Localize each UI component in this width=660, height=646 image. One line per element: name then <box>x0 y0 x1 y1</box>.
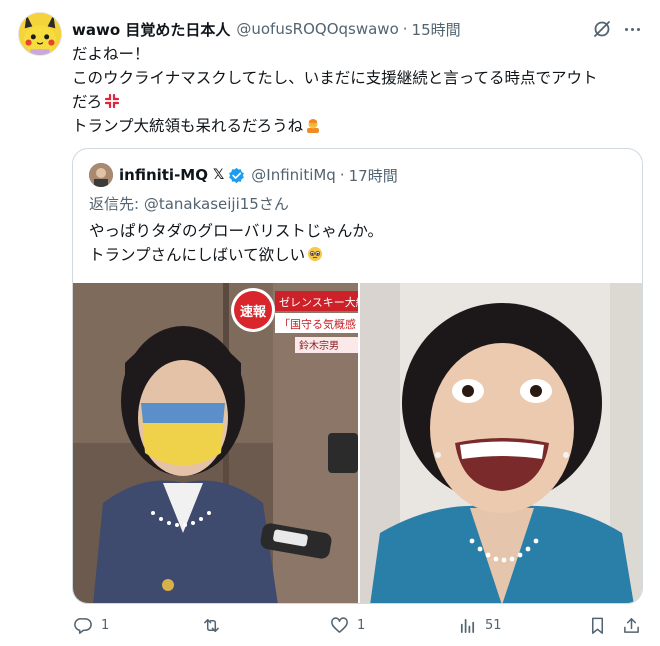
share-button[interactable] <box>622 614 641 636</box>
quote-display-name[interactable]: infiniti-MQ <box>119 166 208 184</box>
quote-line-2-wrap: トランプさんにしばいて欲しい <box>89 243 383 267</box>
photo-right[interactable] <box>360 283 642 603</box>
tweet-line-3-wrap: だろ <box>72 90 647 114</box>
retweet-icon <box>204 618 219 632</box>
display-name[interactable]: wawo 目覚めた日本人 <box>72 19 230 40</box>
tweet-line-3: だろ <box>72 93 103 111</box>
person-facepalming-emoji <box>307 119 320 133</box>
tweet-header: wawo 目覚めた日本人 @uofusROQOqswawo · 15時間 <box>72 18 461 40</box>
like-button[interactable]: 1 <box>330 614 365 636</box>
reply-button[interactable]: 1 <box>74 614 109 636</box>
share-icon <box>624 617 639 633</box>
grok-icon[interactable] <box>592 19 612 39</box>
views-chart-icon <box>460 618 475 633</box>
bookmark-button[interactable] <box>588 614 607 636</box>
news-caption-top: ゼレンスキー大統 <box>279 295 358 309</box>
quote-media: 速報 ゼレンスキー大統 「国守る気概感じ 鈴木宗男 <box>73 283 642 603</box>
quote-line-1: やっぱりタダのグローバリストじゃんか。 <box>89 222 384 240</box>
photo-left[interactable]: 速報 ゼレンスキー大統 「国守る気概感じ 鈴木宗男 <box>73 283 358 603</box>
quote-text: やっぱりタダのグローバリストじゃんか。 トランプさんにしばいて欲しい <box>89 219 383 267</box>
quote-header: infiniti-MQ 𝕏 @InfinitiMq · 17時間 <box>89 163 398 187</box>
separator-dot: · <box>402 20 408 38</box>
tweet-line-1: だよねー！ <box>72 45 150 63</box>
tweet-line-4: トランプ大統領も呆れるだろうね <box>72 117 304 135</box>
user-handle[interactable]: @uofusROQOqswawo <box>236 20 398 38</box>
news-caption-bottom: 鈴木宗男 <box>299 339 339 352</box>
more-icon[interactable] <box>622 19 642 39</box>
tweet-text: だよねー！ このウクライナマスクしてたし、いまだに支援継続と言ってる時点でアウト… <box>72 42 647 138</box>
x-affiliation-icon: 𝕏 <box>212 167 225 183</box>
reply-count: 1 <box>101 617 110 633</box>
views-count: 51 <box>485 617 502 633</box>
user-avatar[interactable] <box>18 12 62 56</box>
quote-avatar <box>89 163 113 187</box>
action-bar: 1 1 51 <box>72 614 647 636</box>
tweet-line-2: このウクライナマスクしてたし、いまだに支援継続と言ってる時点でアウト <box>72 69 598 87</box>
tweet-line-4-wrap: トランプ大統領も呆れるだろうね <box>72 114 647 138</box>
tweet[interactable]: wawo 目覚めた日本人 @uofusROQOqswawo · 15時間 だよね… <box>0 0 660 646</box>
quoted-tweet[interactable]: infiniti-MQ 𝕏 @InfinitiMq · 17時間 返信先: @t… <box>72 148 643 604</box>
quote-line-2: トランプさんにしばいて欲しい <box>89 246 306 264</box>
post-time[interactable]: 15時間 <box>412 19 461 40</box>
pleading-face-emoji <box>308 247 323 261</box>
quote-reply-to: 返信先: @tanakaseiji15さん <box>89 195 289 213</box>
retweet-button[interactable] <box>202 614 229 636</box>
breaking-news-badge: 速報 <box>240 304 267 320</box>
bookmark-icon <box>591 617 604 634</box>
verified-badge-icon <box>229 167 245 183</box>
quote-time[interactable]: 17時間 <box>349 165 398 186</box>
quote-separator-dot: · <box>339 166 345 184</box>
reply-icon <box>74 617 92 634</box>
like-count: 1 <box>357 617 366 633</box>
news-caption-mid: 「国守る気概感じ <box>279 317 358 331</box>
anger-symbol-emoji <box>104 93 120 109</box>
heart-icon <box>331 616 348 633</box>
pikachu-avatar-image <box>19 13 61 55</box>
quote-handle[interactable]: @InfinitiMq <box>251 166 336 184</box>
views-button[interactable]: 51 <box>458 614 502 636</box>
